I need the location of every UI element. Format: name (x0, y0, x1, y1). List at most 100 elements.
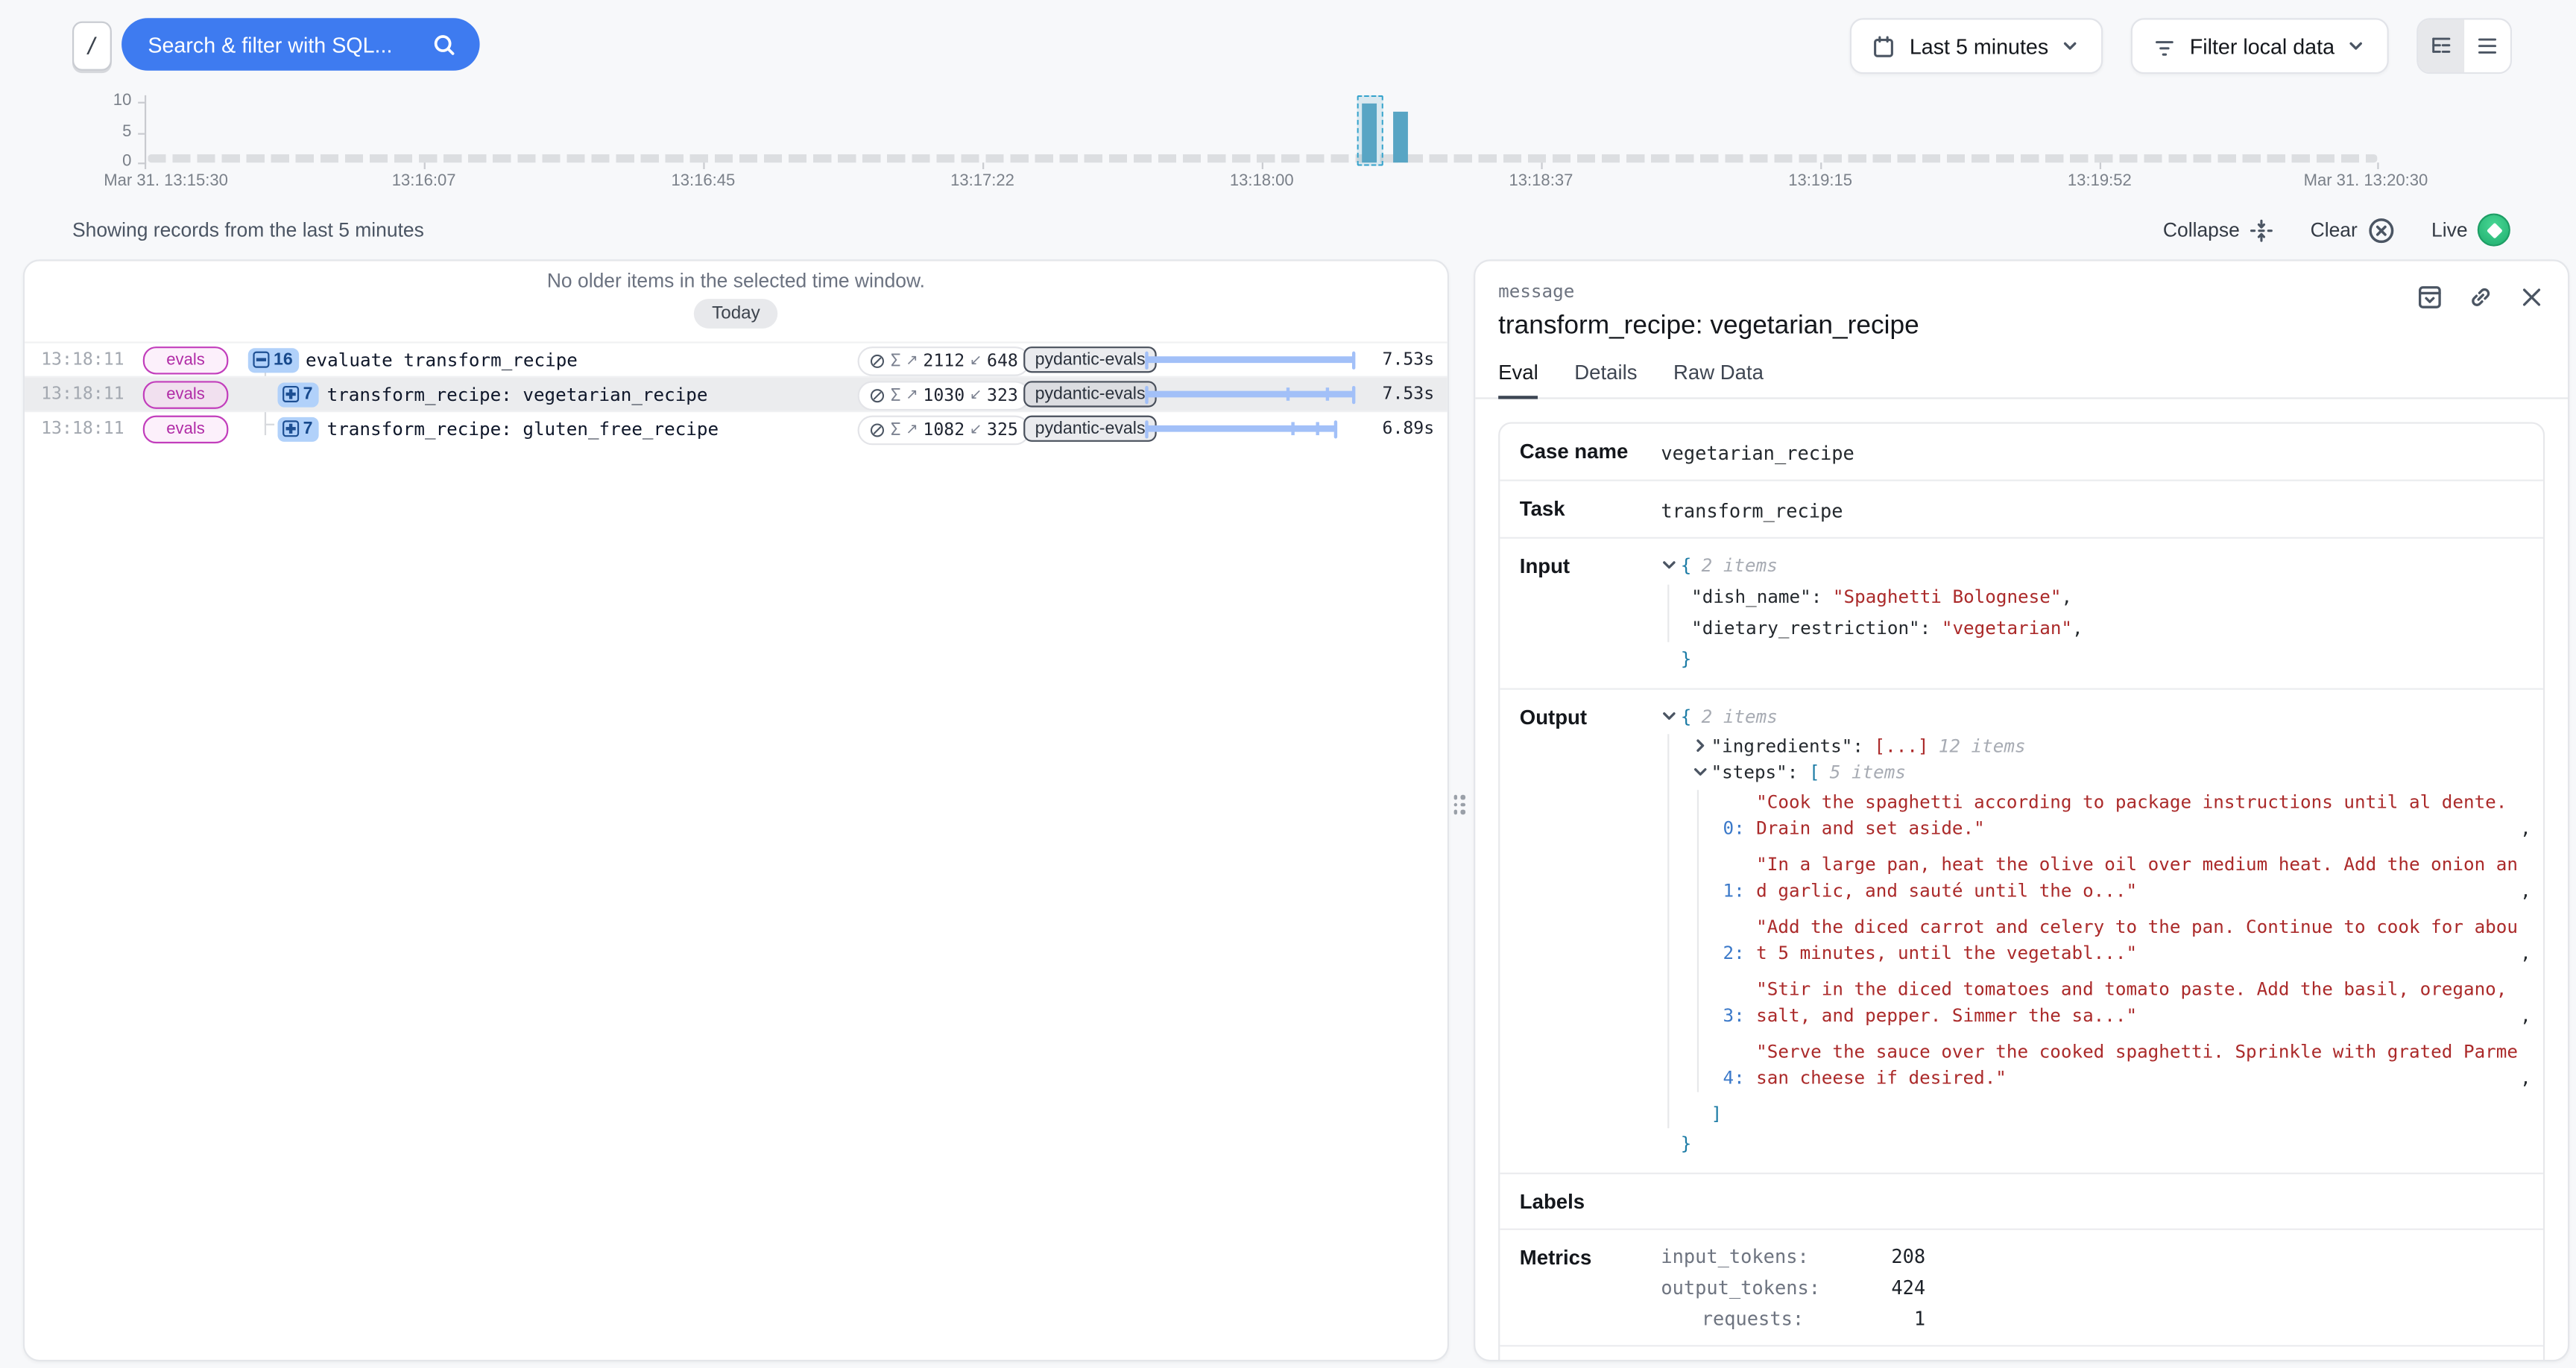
output-tokens: 325 (987, 419, 1018, 439)
copy-link-icon[interactable] (2468, 284, 2494, 310)
y-tick-label: 0 (16, 154, 131, 171)
x-tick (1541, 162, 1542, 169)
histogram-bar[interactable] (1393, 112, 1408, 162)
chevron-down-icon[interactable] (1661, 557, 1677, 573)
row-timestamp: 13:18:11 (41, 419, 124, 438)
json-key: "ingredients" (1711, 735, 1853, 757)
otel-scope-badge[interactable]: pydantic-evals (1023, 416, 1157, 442)
x-tick-label: 13:17:22 (950, 172, 1014, 190)
histogram-bar[interactable] (1362, 104, 1377, 162)
item-count-note: 5 items (1830, 762, 1906, 784)
item-count-note: 12 items (1939, 735, 2026, 757)
otel-scope-badge[interactable]: pydantic-evals (1023, 346, 1157, 373)
collapse-label: Collapse (2163, 218, 2240, 241)
input-tokens: 1030 (923, 385, 965, 405)
x-tick-label: 13:18:37 (1509, 172, 1573, 190)
logfire-live-view: / Search & filter with SQL... Last 5 min… (0, 0, 2576, 1368)
output-json-viewer[interactable]: {2 items "ingredients": [...]12 items "s… (1661, 705, 2531, 1158)
span-name[interactable]: transform_recipe: vegetarian_recipe (327, 384, 708, 405)
list-view-button[interactable] (2464, 19, 2510, 72)
collapse-children-badge[interactable]: 16 (248, 347, 300, 372)
table-row[interactable]: 13:18:11 evals 16 evaluate transform_rec… (25, 341, 1448, 376)
token-stats-pill[interactable]: Σ ↗1030 ↙323 (858, 380, 1030, 410)
case-name-label: Case name (1520, 438, 1661, 463)
zero-count-buckets (148, 154, 2377, 162)
child-count: 7 (303, 384, 313, 404)
collapse-box-icon (253, 352, 269, 368)
span-name[interactable]: evaluate transform_recipe (306, 349, 578, 370)
duration-bar[interactable] (1145, 343, 1359, 376)
x-tick-label: 13:16:07 (392, 172, 456, 190)
labels-label: Labels (1520, 1189, 1661, 1214)
table-row[interactable]: 13:18:11 evals 7 transform_recipe: glute… (25, 411, 1448, 445)
input-tokens-arrow-icon: ↗ (906, 352, 918, 369)
clear-circle-x-icon (2367, 216, 2395, 244)
close-icon[interactable] (2519, 284, 2545, 310)
list-item: 1:"In a large pan, heat the olive oil ov… (1712, 852, 2531, 905)
x-tick (145, 162, 146, 169)
expand-children-badge[interactable]: 7 (277, 381, 319, 406)
collapsed-array[interactable]: [...] (1875, 735, 1929, 757)
live-indicator-icon (2478, 214, 2510, 247)
live-toggle[interactable]: Live (2431, 214, 2510, 247)
chevron-down-icon[interactable] (1661, 708, 1677, 724)
showing-records-text: Showing records from the last 5 minutes (72, 218, 424, 241)
otel-scope-badge[interactable]: pydantic-evals (1023, 381, 1157, 407)
y-tick (138, 162, 145, 164)
evals-badge[interactable]: evals (143, 416, 229, 443)
metric-value: 424 (1804, 1276, 1925, 1299)
y-tick-label: 5 (16, 125, 131, 142)
array-index: 3: (1712, 1004, 1745, 1030)
table-row-selected[interactable]: 13:18:11 evals 7 transform_recipe: veget… (25, 376, 1448, 411)
collapse-button[interactable]: Collapse (2163, 218, 2274, 242)
json-string-value: "Spaghetti Bolognese" (1833, 586, 2062, 608)
chevron-down-icon (2062, 38, 2078, 54)
x-tick-label: 13:18:00 (1230, 172, 1294, 190)
x-tick-label: 13:19:15 (1788, 172, 1852, 190)
sum-icon: Σ (891, 419, 901, 439)
tab-details[interactable]: Details (1574, 361, 1637, 397)
clear-button[interactable]: Clear (2311, 216, 2396, 244)
input-row: Input {2 items "dish_name": "Spaghetti B… (1500, 539, 2543, 690)
time-range-dropdown[interactable]: Last 5 minutes (1850, 18, 2102, 74)
y-tick (138, 133, 145, 135)
records-list-panel: No older items in the selected time wind… (23, 259, 1449, 1361)
y-tick-label: 10 (16, 94, 131, 110)
json-key: "dietary_restriction" (1691, 618, 1920, 639)
item-count-note: 2 items (1702, 706, 1778, 728)
case-name-value: vegetarian_recipe (1661, 438, 1854, 464)
chevron-down-icon[interactable] (1691, 764, 1708, 780)
list-view-icon (2476, 34, 2499, 57)
input-json-viewer[interactable]: {2 items "dish_name": "Spaghetti Bologne… (1661, 554, 2523, 674)
tab-eval[interactable]: Eval (1498, 361, 1538, 399)
search-button[interactable]: Search & filter with SQL... (121, 18, 479, 71)
token-stats-pill[interactable]: Σ ↗2112 ↙648 (858, 346, 1030, 376)
panel-resize-handle[interactable] (1450, 791, 1468, 817)
json-string-value: "Serve the sauce over the cooked spaghet… (1756, 1039, 2520, 1092)
metrics-row: Metrics input_tokens:208 output_tokens:4… (1500, 1230, 2543, 1346)
token-stats-pill[interactable]: Σ ↗1082 ↙325 (858, 415, 1030, 445)
list-item: 2:"Add the diced carrot and celery to th… (1712, 915, 2531, 968)
tab-raw-data[interactable]: Raw Data (1673, 361, 1764, 397)
input-tokens-arrow-icon: ↗ (906, 421, 918, 437)
expand-children-badge[interactable]: 7 (277, 417, 319, 441)
tokens-coin-icon (869, 421, 886, 437)
span-detail-panel: message transform_recipe: vegetarian_rec… (1474, 259, 2569, 1361)
span-name[interactable]: transform_recipe: gluten_free_recipe (327, 418, 719, 440)
duration-bar[interactable] (1145, 412, 1340, 445)
evals-badge[interactable]: evals (143, 346, 229, 374)
metrics-label: Metrics (1520, 1245, 1661, 1270)
task-row: Task transform_recipe (1500, 481, 2543, 539)
evals-badge[interactable]: evals (143, 381, 229, 408)
json-string-value: "Stir in the diced tomatoes and tomato p… (1756, 977, 2520, 1030)
slash-shortcut-key: / (72, 22, 112, 71)
dock-panel-icon[interactable] (2416, 284, 2443, 310)
chevron-right-icon[interactable] (1691, 738, 1708, 754)
metric-key: requests: (1661, 1307, 1804, 1330)
filter-icon (2152, 34, 2176, 58)
tree-view-button[interactable] (2418, 19, 2464, 72)
duration-bar[interactable] (1145, 378, 1359, 411)
records-timeline-chart[interactable]: 10 5 0 Mar 31. 13:15:30 13:16:07 13:16:4… (0, 86, 2576, 197)
filter-local-data-dropdown[interactable]: Filter local data (2130, 18, 2388, 74)
search-button-label: Search & filter with SQL... (148, 32, 392, 57)
